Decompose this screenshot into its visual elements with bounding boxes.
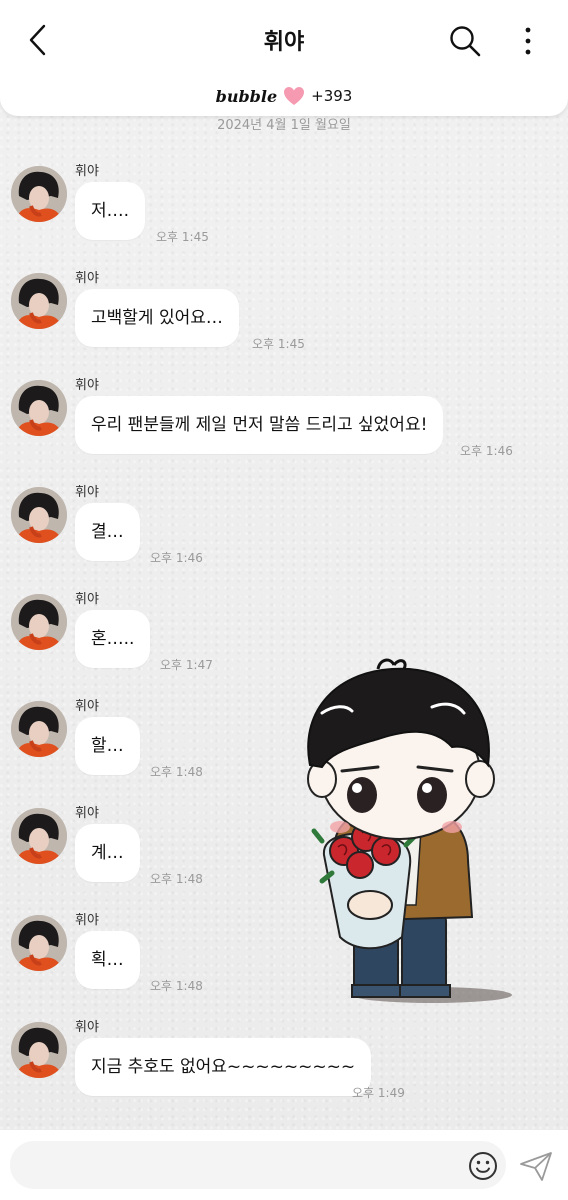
avatar[interactable] — [11, 380, 67, 436]
message-bubble[interactable]: 할… — [75, 717, 140, 775]
send-icon — [520, 1152, 552, 1181]
avatar-image — [11, 808, 67, 864]
avatar-image — [11, 915, 67, 971]
message-time: 오후 1:49 — [352, 1086, 405, 1100]
message-item: 휘야 우리 팬분들께 제일 먼저 말씀 드리고 싶었어요! 오후 1:46 — [0, 374, 568, 474]
message-bubble[interactable]: 우리 팬분들께 제일 먼저 말씀 드리고 싶었어요! — [75, 396, 444, 454]
message-item: 휘야 고백할게 있어요… 오후 1:45 — [0, 267, 568, 367]
bubble-brand: bubble — [215, 86, 278, 106]
message-bubble[interactable]: 획… — [75, 931, 140, 989]
sender-name: 휘야 — [75, 485, 99, 500]
avatar-image — [11, 701, 67, 757]
message-bubble[interactable]: 계… — [75, 824, 140, 882]
message-time: 오후 1:47 — [160, 658, 213, 672]
message-time: 오후 1:45 — [156, 230, 209, 244]
heart-icon — [284, 87, 305, 105]
avatar-image — [11, 1022, 67, 1078]
avatar[interactable] — [11, 915, 67, 971]
avatar-image — [11, 273, 67, 329]
message-input[interactable] — [10, 1141, 506, 1189]
avatar-image — [11, 380, 67, 436]
sender-name: 휘야 — [75, 699, 99, 714]
emoji-button[interactable] — [466, 1149, 500, 1183]
more-vertical-icon — [525, 27, 531, 55]
sender-name: 휘야 — [75, 806, 99, 821]
message-time: 오후 1:45 — [252, 337, 305, 351]
message-bubble[interactable]: 결… — [75, 503, 140, 561]
search-button[interactable] — [446, 22, 484, 60]
message-bubble[interactable]: 혼….. — [75, 610, 151, 668]
smiley-icon — [469, 1152, 497, 1180]
sender-name: 휘야 — [75, 378, 99, 393]
avatar[interactable] — [11, 701, 67, 757]
avatar-image — [11, 487, 67, 543]
sender-name: 휘야 — [75, 1020, 99, 1035]
bubble-status: bubble +393 — [0, 86, 568, 106]
message-time: 오후 1:46 — [150, 551, 203, 565]
message-time: 오후 1:48 — [150, 979, 203, 993]
sender-name: 휘야 — [75, 164, 99, 179]
message-bubble[interactable]: 지금 추호도 없어요~~~~~~~~~ — [75, 1038, 372, 1096]
send-button[interactable] — [518, 1150, 554, 1182]
message-item: 휘야 저…. 오후 1:45 — [0, 160, 568, 260]
avatar-image — [11, 166, 67, 222]
sender-name: 휘야 — [75, 592, 99, 607]
message-item: 휘야 결… 오후 1:46 — [0, 481, 568, 581]
sender-name: 휘야 — [75, 913, 99, 928]
sender-name: 휘야 — [75, 271, 99, 286]
chat-header: 휘야 bubble +393 — [0, 0, 568, 116]
avatar[interactable] — [11, 487, 67, 543]
avatar[interactable] — [11, 1022, 67, 1078]
message-bubble[interactable]: 고백할게 있어요… — [75, 289, 239, 347]
avatar[interactable] — [11, 594, 67, 650]
search-icon — [450, 26, 481, 57]
avatar[interactable] — [11, 166, 67, 222]
message-time: 오후 1:46 — [460, 444, 513, 458]
message-time: 오후 1:48 — [150, 872, 203, 886]
avatar[interactable] — [11, 808, 67, 864]
message-bubble[interactable]: 저…. — [75, 182, 146, 240]
chibi-sticker — [307, 658, 512, 1003]
more-options-button[interactable] — [514, 24, 542, 58]
avatar[interactable] — [11, 273, 67, 329]
date-divider: 2024년 4월 1일 월요일 — [217, 118, 351, 133]
avatar-image — [11, 594, 67, 650]
message-time: 오후 1:48 — [150, 765, 203, 779]
message-item: 휘야 지금 추호도 없어요~~~~~~~~~ 오후 1:49 — [0, 1016, 568, 1116]
plus-count: +393 — [311, 87, 353, 105]
